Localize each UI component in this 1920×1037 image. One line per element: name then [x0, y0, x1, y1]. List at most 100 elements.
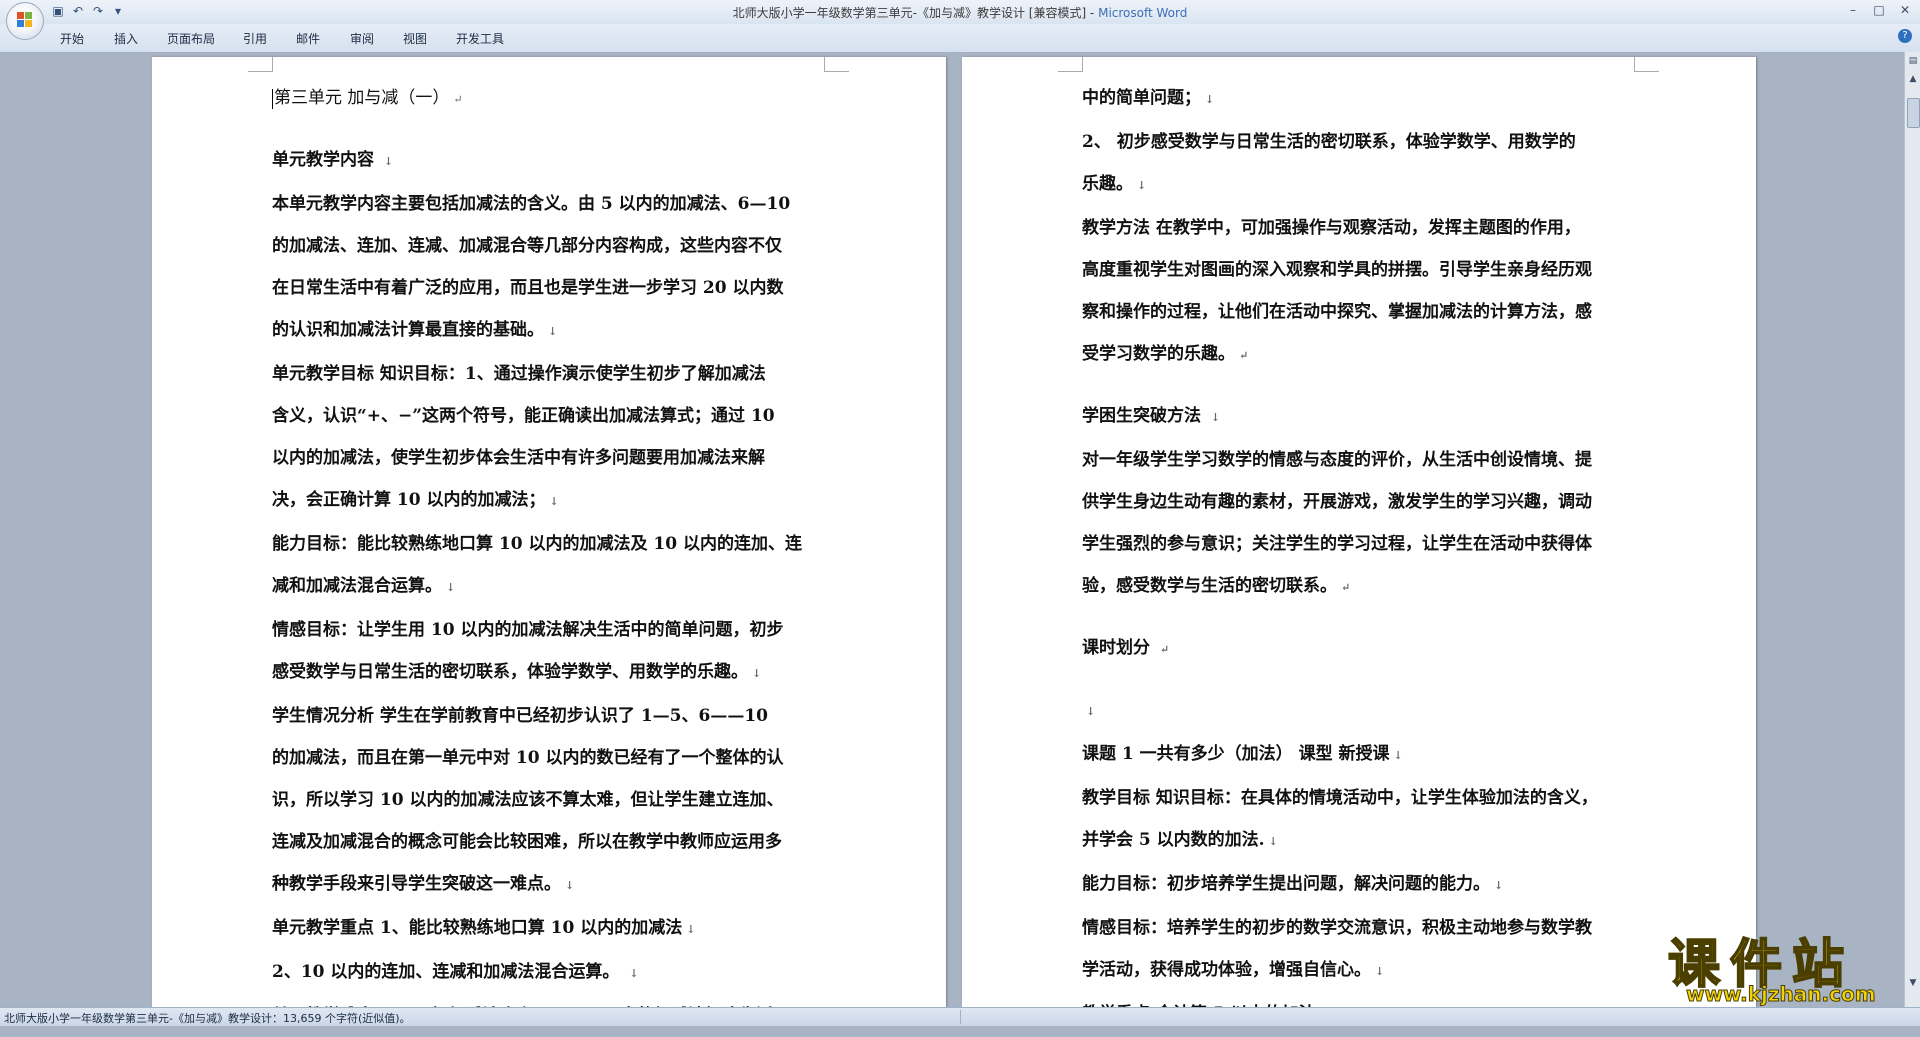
margin-corner: [1634, 57, 1659, 72]
text-line[interactable]: 识，所以学习 10 以内的加减法应该不算太难，但让学生建立连加、: [272, 779, 827, 821]
line-text: 课时划分: [1082, 638, 1156, 658]
text-line[interactable]: 感受数学与日常生活的密切联系，体验学数学、用数学的乐趣。 ↓: [272, 651, 827, 695]
tab-developer[interactable]: 开发工具: [456, 30, 504, 47]
tab-insert[interactable]: 插入: [114, 30, 138, 47]
text-line[interactable]: 含义，认识“+、−”这两个符号，能正确读出加减法算式；通过 10: [272, 395, 827, 437]
close-icon[interactable]: ✕: [1896, 3, 1914, 17]
line-text: 学困生突破方法: [1082, 406, 1207, 426]
text-line[interactable]: 中的简单问题； ↓: [1082, 77, 1637, 121]
help-icon[interactable]: ?: [1898, 29, 1912, 43]
paragraph-mark-icon: ↓: [1086, 705, 1096, 718]
paragraph-mark-icon: ↓: [1393, 749, 1403, 762]
text-line[interactable]: 单元教学目标 知识目标：1、通过操作演示使学生初步了解加减法: [272, 353, 827, 395]
text-line[interactable]: 乐趣。 ↓: [1082, 163, 1637, 207]
tab-mailings[interactable]: 邮件: [296, 30, 320, 47]
text-line[interactable]: 减和加减法混合运算。 ↓: [272, 565, 827, 609]
status-bar: 北师大版小学一年级数学第三单元-《加与减》教学设计：13,659 个字符(近似值…: [0, 1007, 1920, 1026]
text-line[interactable]: 情感目标：让学生用 10 以内的加减法解决生活中的简单问题，初步: [272, 609, 827, 651]
text-line[interactable]: 情感目标：培养学生的初步的数学交流意识，积极主动地参与数学教: [1082, 907, 1637, 949]
tab-view[interactable]: 视图: [403, 30, 427, 47]
paragraph-mark-icon: ↓: [1375, 965, 1385, 978]
title-bar: ▣ ↶ ↷ ▾ 北师大版小学一年级数学第三单元-《加与减》教学设计 [兼容模式]…: [0, 0, 1920, 40]
text-line[interactable]: 的认识和加减法计算最直接的基础。 ↓: [272, 309, 827, 353]
paragraph-mark-icon: ↓: [1210, 411, 1221, 424]
text-line[interactable]: ↓: [1082, 689, 1637, 733]
line-text: 识，所以学习 10 以内的加减法应该不算太难，但让学生建立连加、: [272, 790, 784, 810]
text-line[interactable]: 2、 初步感受数学与日常生活的密切联系，体验学数学、用数学的: [1082, 121, 1637, 163]
text-line[interactable]: 对一年级学生学习数学的情感与态度的评价，从生活中创设情境、提: [1082, 439, 1637, 481]
ruler-toggle-icon[interactable]: ▤: [1906, 54, 1920, 68]
text-line[interactable]: 能力目标：能比较熟练地口算 10 以内的加减法及 10 以内的连加、连: [272, 523, 827, 565]
document-heading[interactable]: 第三单元 加与减（一） ↵: [272, 77, 827, 121]
scroll-up-icon[interactable]: ▲: [1906, 72, 1920, 86]
line-text: 连减及加减混合的概念可能会比较困难，所以在教学中教师应运用多: [272, 832, 782, 852]
maximize-icon[interactable]: □: [1870, 3, 1888, 17]
minimize-icon[interactable]: –: [1844, 3, 1862, 17]
text-line[interactable]: 单元教学重点 1、能比较熟练地口算 10 以内的加减法 ↓: [272, 907, 827, 951]
text-line[interactable]: 学困生突破方法 ↓: [1082, 395, 1637, 439]
text-line[interactable]: 单元教学内容 ↓: [272, 139, 827, 183]
text-line[interactable]: 2、10 以内的连加、连减和加减法混合运算。 ↓: [272, 951, 827, 995]
line-text: 验，感受数学与生活的密切联系。: [1082, 576, 1337, 596]
document-page-left[interactable]: 第三单元 加与减（一） ↵ 单元教学内容 ↓ 本单元教学内容主要包括加减法的含义。由 …: [152, 57, 946, 1026]
text-line[interactable]: 供学生身边生动有趣的素材，开展游戏，激发学生的学习兴趣，调动: [1082, 481, 1637, 523]
watermark-logo: 课件站 www.kjzhan.com: [1667, 922, 1904, 1007]
line-text: 含义，认识“+、−”这两个符号，能正确读出加减法算式；通过 10: [272, 406, 775, 426]
text-line[interactable]: 的加减法，而且在第一单元中对 10 以内的数已经有了一个整体的认: [272, 737, 827, 779]
line-text: 并学会 5 以内数的加法.: [1082, 830, 1265, 850]
text-line[interactable]: 课时划分 ↵: [1082, 627, 1637, 671]
ribbon-tabs: 开始 插入 页面布局 引用 邮件 审阅 视图 开发工具 ?: [0, 24, 1920, 53]
tab-page-layout[interactable]: 页面布局: [167, 30, 215, 47]
text-line[interactable]: 验，感受数学与生活的密切联系。 ↵: [1082, 565, 1637, 609]
text-line[interactable]: 种教学手段来引导学生突破这一难点。 ↓: [272, 863, 827, 907]
tab-review[interactable]: 审阅: [350, 30, 374, 47]
line-text: 减和加减法混合运算。: [272, 576, 442, 596]
text-line[interactable]: 教学方法 在教学中，可加强操作与观察活动，发挥主题图的作用，: [1082, 207, 1637, 249]
left-page-content[interactable]: 第三单元 加与减（一） ↵ 单元教学内容 ↓ 本单元教学内容主要包括加减法的含义。由 …: [272, 77, 827, 1037]
text-line[interactable]: 决，会正确计算 10 以内的加减法； ↓: [272, 479, 827, 523]
text-line[interactable]: 高度重视学生对图画的深入观察和学具的拼摆。引导学生亲身经历观: [1082, 249, 1637, 291]
tab-home[interactable]: 开始: [60, 30, 84, 47]
text-line[interactable]: 本单元教学内容主要包括加减法的含义。由 5 以内的加减法、6—10: [272, 183, 827, 225]
line-text: 乐趣。: [1082, 174, 1133, 194]
text-line[interactable]: 课题 1 一共有多少（加法） 课型 新授课 ↓: [1082, 733, 1637, 777]
line-text: 单元教学重点 1、能比较熟练地口算 10 以内的加减法: [272, 918, 683, 938]
window-title: 北师大版小学一年级数学第三单元-《加与减》教学设计 [兼容模式] - Micro…: [0, 4, 1920, 21]
line-text: 教学目标 知识目标：在具体的情境活动中，让学生体验加法的含义，: [1082, 788, 1598, 808]
watermark-url: www.kjzhan.com: [1686, 982, 1877, 1007]
paragraph-mark-icon: ↓: [383, 155, 394, 168]
text-line[interactable]: 受学习数学的乐趣。 ↵: [1082, 333, 1637, 377]
line-text: 单元教学内容: [272, 150, 380, 170]
text-line[interactable]: 学活动，获得成功体验，增强自信心。 ↓: [1082, 949, 1637, 993]
margin-corner: [1058, 57, 1083, 72]
text-line[interactable]: 能力目标：初步培养学生提出问题，解决问题的能力。 ↓: [1082, 863, 1637, 907]
scroll-thumb[interactable]: [1907, 98, 1920, 128]
line-text: 情感目标：培养学生的初步的数学交流意识，积极主动地参与数学教: [1082, 918, 1592, 938]
document-page-right[interactable]: 中的简单问题； ↓ 2、 初步感受数学与日常生活的密切联系，体验学数学、用数学的 乐趣…: [962, 57, 1756, 1024]
text-line[interactable]: 连减及加减混合的概念可能会比较困难，所以在教学中教师应运用多: [272, 821, 827, 863]
text-cursor: [272, 88, 273, 109]
text-line[interactable]: 以内的加减法，使学生初步体会生活中有许多问题要用加减法来解: [272, 437, 827, 479]
line-text: 情感目标：让学生用 10 以内的加减法解决生活中的简单问题，初步: [272, 620, 784, 640]
line-text: 第三单元 加与减（一）: [274, 88, 450, 108]
text-line[interactable]: 学生强烈的参与意识；关注学生的学习过程，让学生在活动中获得体: [1082, 523, 1637, 565]
line-text: 种教学手段来引导学生突破这一难点。: [272, 874, 561, 894]
text-line[interactable]: 的加减法、连加、连减、加减混合等几部分内容构成，这些内容不仅: [272, 225, 827, 267]
text-line[interactable]: 察和操作的过程，让他们在活动中探究、掌握加减法的计算方法，感: [1082, 291, 1637, 333]
office-button[interactable]: [6, 2, 44, 40]
status-text: 北师大版小学一年级数学第三单元-《加与减》教学设计：13,659 个字符(近似值…: [4, 1012, 411, 1025]
tab-references[interactable]: 引用: [243, 30, 267, 47]
right-page-content[interactable]: 中的简单问题； ↓ 2、 初步感受数学与日常生活的密切联系，体验学数学、用数学的 乐趣…: [1082, 77, 1637, 1037]
text-line[interactable]: 教学目标 知识目标：在具体的情境活动中，让学生体验加法的含义，: [1082, 777, 1637, 819]
line-text: 能力目标：能比较熟练地口算 10 以内的加减法及 10 以内的连加、连: [272, 534, 802, 554]
line-text: 的加减法、连加、连减、加减混合等几部分内容构成，这些内容不仅: [272, 236, 782, 256]
text-line[interactable]: 在日常生活中有着广泛的应用，而且也是学生进一步学习 20 以内数: [272, 267, 827, 309]
scroll-down-icon[interactable]: ▼: [1906, 976, 1920, 990]
line-text: 察和操作的过程，让他们在活动中探究、掌握加减法的计算方法，感: [1082, 302, 1592, 322]
line-text: 的认识和加减法计算最直接的基础。: [272, 320, 544, 340]
line-text: 教学方法 在教学中，可加强操作与观察活动，发挥主题图的作用，: [1082, 218, 1581, 238]
text-line[interactable]: 学生情况分析 学生在学前教育中已经初步认识了 1—5、6——10: [272, 695, 827, 737]
vertical-scrollbar[interactable]: ▤ ▲ ▼: [1904, 52, 1920, 1007]
text-line[interactable]: 并学会 5 以内数的加法. ↓: [1082, 819, 1637, 863]
